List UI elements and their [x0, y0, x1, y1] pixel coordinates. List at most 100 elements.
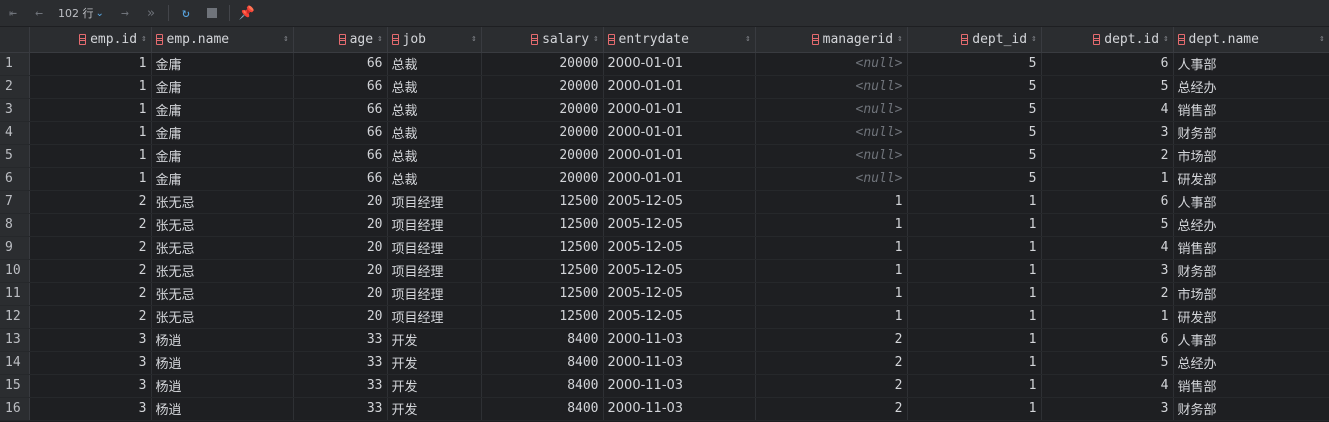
- cell-managerid[interactable]: <null>: [755, 98, 908, 122]
- cell-managerid[interactable]: 1: [755, 213, 908, 237]
- cell-job[interactable]: 项目经理: [387, 305, 482, 329]
- cell-emp-name[interactable]: 金庸: [151, 75, 294, 99]
- cell-managerid[interactable]: 1: [755, 305, 908, 329]
- prev-page-icon[interactable]: ←: [26, 0, 52, 27]
- cell-dept-id[interactable]: 1: [907, 282, 1042, 306]
- cell-entrydate[interactable]: 2000-11-03: [603, 328, 756, 352]
- cell-emp-name[interactable]: 金庸: [151, 52, 294, 76]
- cell-age[interactable]: 66: [293, 98, 388, 122]
- cell-entrydate[interactable]: 2000-01-01: [603, 167, 756, 191]
- cell-dept-id[interactable]: 1: [1041, 167, 1174, 191]
- cell-salary[interactable]: 12500: [481, 190, 604, 214]
- table-row[interactable]: 2 1 金庸 66 总裁 20000 2000-01-01 <null> 5 5 总经办: [0, 75, 1329, 99]
- table-row[interactable]: 3 1 金庸 66 总裁 20000 2000-01-01 <null> 5 4 销售部: [0, 98, 1329, 122]
- cell-dept-id[interactable]: 1: [907, 259, 1042, 283]
- table-row[interactable]: 9 2 张无忌 20 项目经理 12500 2005-12-05 1 1 4 销售部: [0, 236, 1329, 260]
- cell-emp-name[interactable]: 金庸: [151, 121, 294, 145]
- cell-managerid[interactable]: 1: [755, 236, 908, 260]
- cell-job[interactable]: 项目经理: [387, 282, 482, 306]
- cell-managerid[interactable]: <null>: [755, 144, 908, 168]
- sort-icon[interactable]: ⇕: [1319, 34, 1324, 44]
- cell-job[interactable]: 总裁: [387, 98, 482, 122]
- cell-emp-name[interactable]: 金庸: [151, 167, 294, 191]
- cell-age[interactable]: 20: [293, 236, 388, 260]
- cell-dept-id[interactable]: 1: [907, 351, 1042, 375]
- cell-age[interactable]: 20: [293, 190, 388, 214]
- cell-salary[interactable]: 20000: [481, 75, 604, 99]
- cell-salary[interactable]: 8400: [481, 397, 604, 421]
- cell-job[interactable]: 总裁: [387, 121, 482, 145]
- column-header-entrydate[interactable]: entrydate ⇕: [603, 27, 756, 53]
- cell-managerid[interactable]: 1: [755, 259, 908, 283]
- table-row[interactable]: 8 2 张无忌 20 项目经理 12500 2005-12-05 1 1 5 总经办: [0, 213, 1329, 237]
- cell-dept-name[interactable]: 研发部: [1173, 167, 1329, 191]
- cell-job[interactable]: 开发: [387, 397, 482, 421]
- cell-age[interactable]: 33: [293, 397, 388, 421]
- table-row[interactable]: 1 1 金庸 66 总裁 20000 2000-01-01 <null> 5 6 人事部: [0, 52, 1329, 76]
- cell-dept-id[interactable]: 1: [907, 236, 1042, 260]
- cell-dept-id[interactable]: 3: [1041, 259, 1174, 283]
- cell-dept-id[interactable]: 5: [907, 121, 1042, 145]
- cell-emp-name[interactable]: 金庸: [151, 144, 294, 168]
- cell-dept-name[interactable]: 总经办: [1173, 213, 1329, 237]
- cell-entrydate[interactable]: 2005-12-05: [603, 305, 756, 329]
- cell-emp-id[interactable]: 1: [29, 121, 152, 145]
- cell-job[interactable]: 开发: [387, 328, 482, 352]
- column-header-job[interactable]: job ⇕: [387, 27, 482, 53]
- cell-entrydate[interactable]: 2005-12-05: [603, 259, 756, 283]
- cell-job[interactable]: 项目经理: [387, 236, 482, 260]
- cell-entrydate[interactable]: 2005-12-05: [603, 213, 756, 237]
- cell-dept-id[interactable]: 5: [1041, 351, 1174, 375]
- sort-icon[interactable]: ⇕: [283, 34, 288, 44]
- cell-entrydate[interactable]: 2005-12-05: [603, 282, 756, 306]
- cell-emp-id[interactable]: 2: [29, 236, 152, 260]
- cell-dept-id[interactable]: 4: [1041, 98, 1174, 122]
- cell-entrydate[interactable]: 2000-01-01: [603, 75, 756, 99]
- cell-emp-name[interactable]: 张无忌: [151, 305, 294, 329]
- cell-age[interactable]: 66: [293, 121, 388, 145]
- cell-emp-name[interactable]: 张无忌: [151, 213, 294, 237]
- table-row[interactable]: 14 3 杨逍 33 开发 8400 2000-11-03 2 1 5 总经办: [0, 351, 1329, 375]
- cell-emp-id[interactable]: 1: [29, 52, 152, 76]
- cell-emp-id[interactable]: 2: [29, 282, 152, 306]
- cell-dept-id[interactable]: 1: [907, 190, 1042, 214]
- cell-dept-name[interactable]: 总经办: [1173, 75, 1329, 99]
- cell-age[interactable]: 20: [293, 213, 388, 237]
- cell-job[interactable]: 项目经理: [387, 259, 482, 283]
- cell-job[interactable]: 总裁: [387, 144, 482, 168]
- column-header-salary[interactable]: salary ⇕: [481, 27, 604, 53]
- cell-dept-id[interactable]: 2: [1041, 144, 1174, 168]
- cell-age[interactable]: 20: [293, 282, 388, 306]
- sort-icon[interactable]: ⇕: [471, 34, 476, 44]
- cell-dept-id[interactable]: 1: [907, 305, 1042, 329]
- cell-emp-id[interactable]: 2: [29, 259, 152, 283]
- last-page-icon[interactable]: »: [138, 0, 164, 27]
- cell-managerid[interactable]: 2: [755, 397, 908, 421]
- cell-emp-id[interactable]: 3: [29, 397, 152, 421]
- cell-salary[interactable]: 8400: [481, 374, 604, 398]
- cell-entrydate[interactable]: 2000-11-03: [603, 374, 756, 398]
- cell-managerid[interactable]: <null>: [755, 167, 908, 191]
- cell-emp-name[interactable]: 张无忌: [151, 190, 294, 214]
- cell-job[interactable]: 开发: [387, 374, 482, 398]
- cell-dept-id[interactable]: 3: [1041, 121, 1174, 145]
- column-header-dept-id[interactable]: dept.id ⇕: [1041, 27, 1174, 53]
- cell-entrydate[interactable]: 2000-01-01: [603, 144, 756, 168]
- cell-salary[interactable]: 20000: [481, 98, 604, 122]
- cell-age[interactable]: 33: [293, 374, 388, 398]
- cell-dept-name[interactable]: 销售部: [1173, 98, 1329, 122]
- cell-emp-name[interactable]: 杨逍: [151, 351, 294, 375]
- cell-dept-id[interactable]: 4: [1041, 374, 1174, 398]
- stop-icon[interactable]: [199, 0, 225, 27]
- cell-job[interactable]: 总裁: [387, 167, 482, 191]
- cell-dept-id[interactable]: 2: [1041, 282, 1174, 306]
- cell-dept-id[interactable]: 1: [907, 213, 1042, 237]
- cell-emp-name[interactable]: 杨逍: [151, 374, 294, 398]
- sort-icon[interactable]: ⇕: [1163, 34, 1168, 44]
- cell-entrydate[interactable]: 2005-12-05: [603, 190, 756, 214]
- column-header-age[interactable]: age ⇕: [293, 27, 388, 53]
- column-header-emp-id[interactable]: emp.id ⇕: [29, 27, 152, 53]
- table-row[interactable]: 5 1 金庸 66 总裁 20000 2000-01-01 <null> 5 2 市场部: [0, 144, 1329, 168]
- cell-dept-id[interactable]: 4: [1041, 236, 1174, 260]
- cell-emp-name[interactable]: 金庸: [151, 98, 294, 122]
